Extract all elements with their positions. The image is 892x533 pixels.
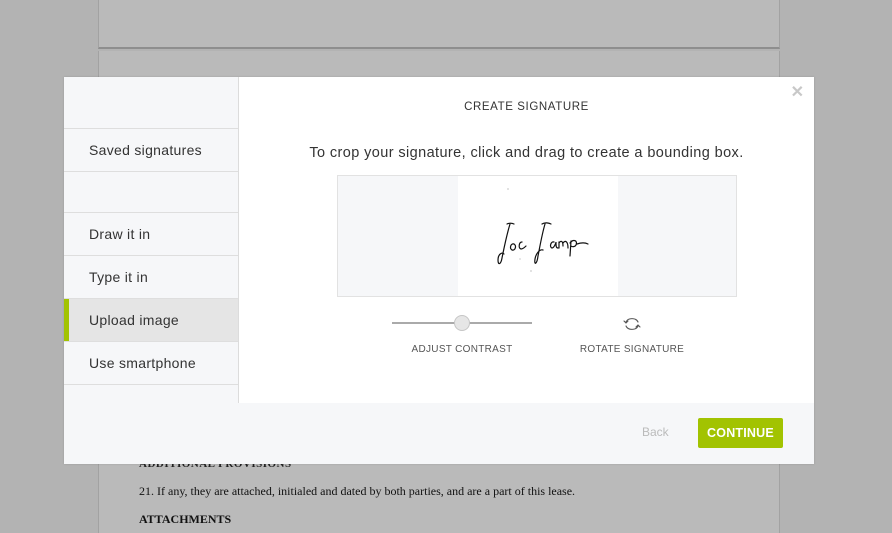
sidebar-item-label: Draw it in bbox=[89, 226, 151, 242]
back-button[interactable]: Back bbox=[642, 425, 669, 439]
sidebar-item-saved-signatures[interactable]: Saved signatures bbox=[64, 128, 238, 171]
modal-title: CREATE SIGNATURE bbox=[464, 101, 589, 113]
sidebar-item-label: Upload image bbox=[89, 312, 179, 328]
rotate-signature-button[interactable]: ROTATE SIGNATURE bbox=[562, 344, 702, 355]
doc-paragraph: 21. If any, they are attached, initialed… bbox=[139, 484, 576, 498]
modal-footer: Back CONTINUE bbox=[64, 403, 814, 464]
close-icon[interactable]: ✕ bbox=[791, 85, 804, 101]
signature-content-panel: ✕ CREATE SIGNATURE To crop your signatur… bbox=[239, 77, 814, 403]
sidebar-item-label: Type it in bbox=[89, 269, 149, 285]
doc-section-heading: ATTACHMENTS bbox=[139, 512, 232, 526]
signature-method-sidebar: Saved signatures Draw it in Type it in U… bbox=[64, 77, 239, 403]
signature-crop-area[interactable] bbox=[337, 175, 737, 297]
sidebar-divider bbox=[64, 384, 238, 385]
signature-image[interactable] bbox=[458, 176, 618, 296]
sidebar-item-draw-it-in[interactable]: Draw it in bbox=[64, 212, 238, 255]
sidebar-item-label: Saved signatures bbox=[89, 142, 202, 158]
contrast-slider[interactable] bbox=[392, 315, 532, 331]
adjust-contrast-label: ADJUST CONTRAST bbox=[411, 344, 513, 355]
sidebar-item-type-it-in[interactable]: Type it in bbox=[64, 255, 238, 298]
rotate-icon[interactable] bbox=[622, 316, 642, 332]
document-page-1 bbox=[98, 0, 780, 49]
continue-button[interactable]: CONTINUE bbox=[698, 418, 783, 448]
sidebar-item-label: Use smartphone bbox=[89, 355, 196, 371]
sidebar-item-upload-image[interactable]: Upload image bbox=[64, 298, 238, 341]
create-signature-modal: Saved signatures Draw it in Type it in U… bbox=[64, 77, 814, 464]
sidebar-item-use-smartphone[interactable]: Use smartphone bbox=[64, 341, 238, 384]
signature-drawing bbox=[497, 188, 589, 272]
sidebar-divider bbox=[64, 171, 238, 172]
crop-instruction: To crop your signature, click and drag t… bbox=[309, 145, 744, 161]
contrast-slider-thumb[interactable] bbox=[454, 315, 470, 331]
